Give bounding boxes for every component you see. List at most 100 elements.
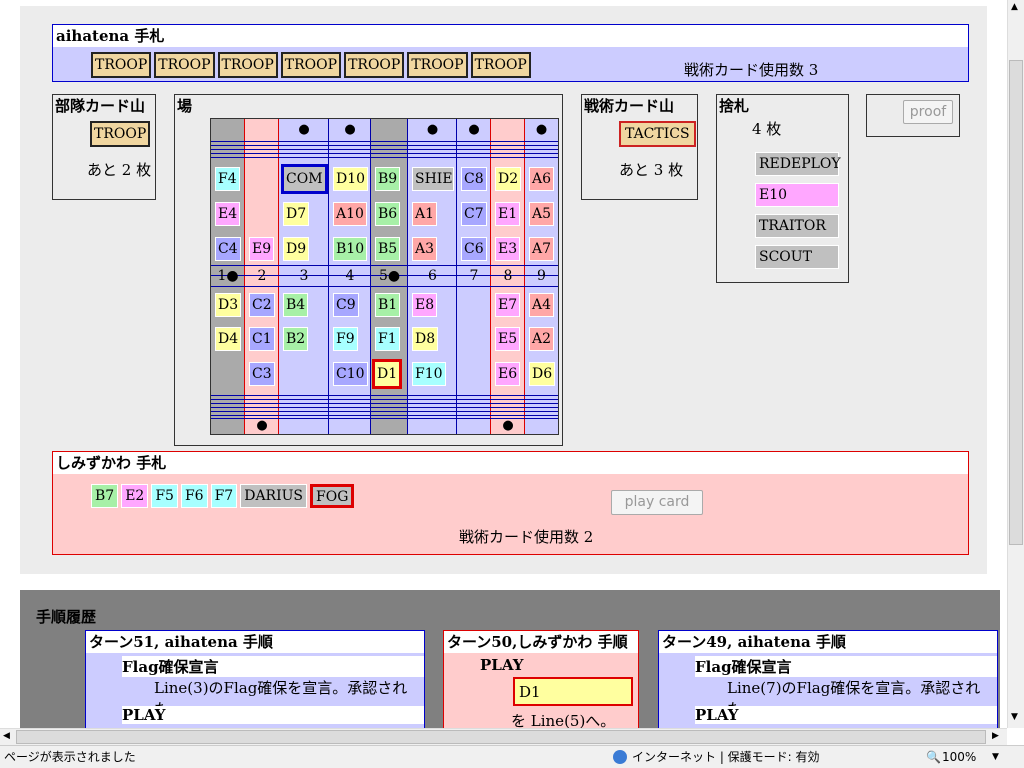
field-card[interactable]: D3 — [215, 293, 242, 317]
security-zone: インターネット | 保護モード: 有効 — [632, 750, 820, 764]
field-card[interactable]: C8 — [461, 167, 487, 191]
field-card[interactable]: E1 — [495, 202, 521, 226]
vertical-scrollbar[interactable]: ▲ ▼ — [1007, 0, 1024, 728]
field-card[interactable]: B6 — [375, 202, 401, 226]
field-card[interactable]: F9 — [333, 327, 358, 351]
field-card[interactable]: E6 — [495, 362, 521, 386]
field-card[interactable]: COM — [281, 164, 328, 194]
scroll-left-icon[interactable]: ◀ — [3, 731, 10, 741]
board-gridline — [211, 149, 558, 150]
field-card[interactable]: E3 — [495, 237, 521, 261]
field-card[interactable]: F4 — [215, 167, 240, 191]
flag-claim-marker: ● — [502, 418, 514, 433]
field-card[interactable]: D8 — [412, 327, 439, 351]
discard-card: REDEPLOY — [755, 152, 841, 176]
troop-deck-remaining: あと 2 枚 — [87, 161, 152, 179]
scroll-right-icon[interactable]: ▶ — [992, 731, 999, 741]
field-card[interactable]: E8 — [412, 293, 438, 317]
field-card[interactable]: C10 — [333, 362, 368, 386]
field-card[interactable]: D9 — [283, 237, 310, 261]
field-card[interactable]: D1 — [372, 359, 402, 389]
player-hand-card[interactable]: F6 — [180, 484, 208, 508]
tactics-deck-card[interactable]: TACTICS — [619, 121, 696, 147]
field-card[interactable]: D10 — [333, 167, 368, 191]
field-card[interactable]: A4 — [529, 293, 555, 317]
troop-deck-card[interactable]: TROOP — [90, 121, 151, 147]
field-card[interactable]: A1 — [412, 202, 438, 226]
zoom-dropdown-icon[interactable]: ▼ — [992, 746, 999, 768]
field-card[interactable]: B5 — [375, 237, 401, 261]
field-card[interactable]: C1 — [249, 327, 275, 351]
field-card[interactable]: B2 — [283, 327, 309, 351]
field-card[interactable]: A2 — [529, 327, 555, 351]
zoom-icon[interactable]: 🔍 — [926, 746, 941, 768]
history-turn: ターン49, aihatena 手順 Flag確保宣言 Line(7)のFlag確保… — [658, 630, 998, 728]
opponent-hand-title: aihatena 手札 — [53, 25, 968, 47]
flag-number[interactable]: 5● — [371, 268, 408, 284]
field-card[interactable]: D4 — [215, 327, 242, 351]
field-card[interactable]: D2 — [495, 167, 522, 191]
flag-number[interactable]: 1● — [211, 268, 245, 284]
horizontal-scrollbar[interactable]: ◀ ▶ — [0, 728, 1007, 745]
field-card[interactable]: F1 — [375, 327, 400, 351]
field-card[interactable]: E7 — [495, 293, 521, 317]
field-card[interactable]: C6 — [461, 237, 487, 261]
discard-card: E10 — [755, 183, 839, 207]
field-card[interactable]: B4 — [283, 293, 309, 317]
flag-number[interactable]: 6 — [408, 268, 457, 284]
scroll-up-icon[interactable]: ▲ — [1011, 2, 1018, 12]
player-hand-title: しみずかわ 手札 — [53, 452, 968, 474]
discard-title: 捨札 — [719, 97, 750, 115]
status-message: ページが表示されました — [4, 750, 136, 764]
board-gridline — [211, 141, 558, 142]
flag-number[interactable]: 8 — [491, 268, 525, 284]
field-card[interactable]: B10 — [333, 237, 368, 261]
field-card[interactable]: A6 — [529, 167, 555, 191]
vertical-scroll-thumb[interactable] — [1009, 60, 1023, 545]
history-title: 手順履歴 — [36, 608, 97, 626]
flag-number[interactable]: 3 — [279, 268, 329, 284]
player-hand-card[interactable]: FOG — [310, 484, 355, 508]
field-card[interactable]: C9 — [333, 293, 359, 317]
field-card[interactable]: A7 — [529, 237, 555, 261]
flag-number[interactable]: 9 — [525, 268, 558, 284]
field-card[interactable]: B1 — [375, 293, 401, 317]
field-card[interactable]: E5 — [495, 327, 521, 351]
field-card[interactable]: SHIELD — [412, 167, 454, 191]
flag-number[interactable]: 2 — [245, 268, 279, 284]
play-card-button[interactable]: play card — [611, 490, 703, 515]
field-card[interactable]: F10 — [412, 362, 446, 386]
player-hand-card[interactable]: F7 — [210, 484, 238, 508]
zoom-level[interactable]: 100% — [942, 746, 976, 768]
tactics-deck-title: 戦術カード山 — [584, 97, 675, 115]
proof-button[interactable]: proof — [903, 100, 953, 124]
player-hand-card[interactable]: B7 — [91, 484, 119, 508]
field-card[interactable]: C7 — [461, 202, 487, 226]
player-hand-card[interactable]: DARIUS — [240, 484, 308, 508]
flag-claim-marker: ● — [298, 122, 310, 137]
player-hand-card[interactable]: F5 — [151, 484, 178, 508]
horizontal-scroll-thumb[interactable] — [16, 730, 986, 744]
board-gridline — [211, 153, 558, 154]
field-card[interactable]: A3 — [412, 237, 438, 261]
field-card[interactable]: B9 — [375, 167, 401, 191]
player-hand-card[interactable]: E2 — [121, 484, 149, 508]
flag-number[interactable]: 4 — [329, 268, 371, 284]
field-card[interactable]: E4 — [215, 202, 241, 226]
field-card[interactable]: C3 — [249, 362, 275, 386]
history-action: PLAY — [695, 706, 997, 724]
field-card[interactable]: A5 — [529, 202, 555, 226]
flag-claim-marker: ● — [344, 122, 356, 137]
globe-icon — [613, 750, 627, 764]
history-action: PLAY — [480, 656, 524, 674]
history-turn: ターン50,しみずかわ 手順 PLAY D1 を Line(5)へ。 — [443, 630, 639, 728]
field-card[interactable]: E9 — [249, 237, 275, 261]
opponent-hand-card: TROOP — [344, 52, 405, 78]
scroll-down-icon[interactable]: ▼ — [1011, 712, 1018, 722]
field-card[interactable]: C2 — [249, 293, 275, 317]
flag-number[interactable]: 7 — [457, 268, 491, 284]
field-card[interactable]: D6 — [529, 362, 555, 386]
field-card[interactable]: C4 — [215, 237, 241, 261]
field-card[interactable]: A10 — [333, 202, 367, 226]
field-card[interactable]: D7 — [283, 202, 310, 226]
